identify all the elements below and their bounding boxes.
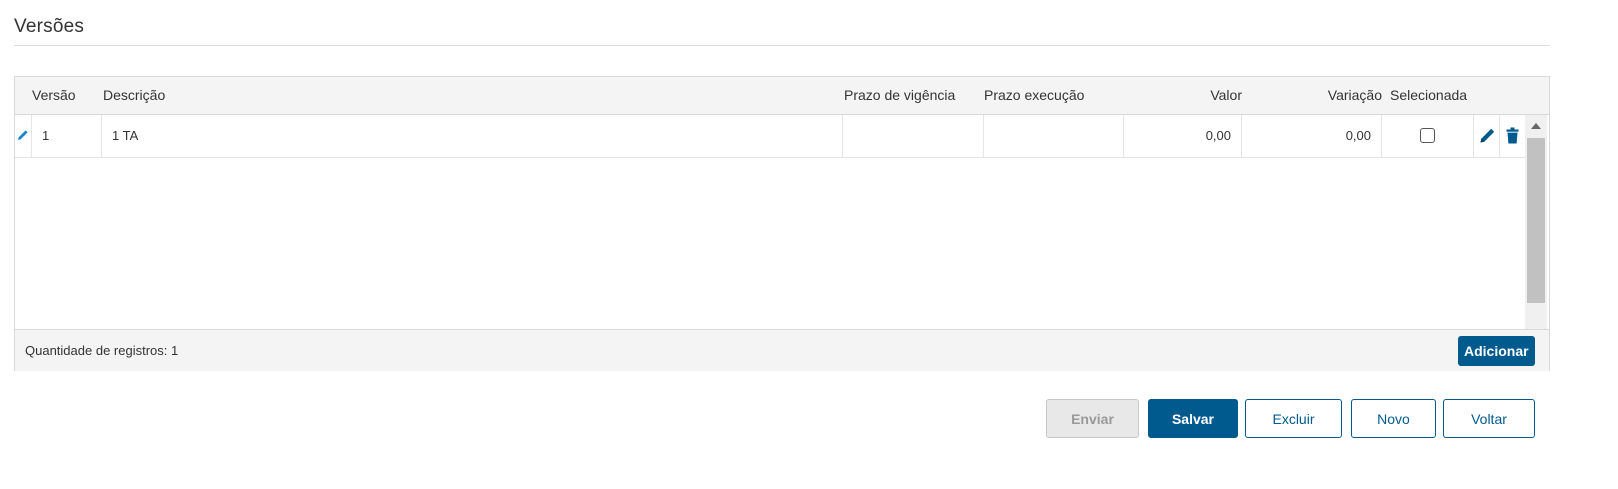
section-title: Versões	[14, 16, 85, 37]
column-header-selected[interactable]: Selecionada	[1390, 77, 1467, 114]
grid-footer: Quantidade de registros: 1 Adicionar	[15, 329, 1549, 371]
edit-icon[interactable]	[1479, 127, 1496, 144]
new-button[interactable]: Novo	[1351, 399, 1436, 438]
delete-button[interactable]: Excluir	[1245, 399, 1342, 438]
form-actions: Enviar Salvar Excluir Novo Voltar	[0, 399, 1618, 439]
record-count: Quantidade de registros: 1	[25, 343, 179, 358]
column-header-validity-term[interactable]: Prazo de vigência	[844, 77, 955, 114]
cell-delete-action	[1499, 115, 1525, 157]
add-button[interactable]: Adicionar	[1458, 336, 1535, 366]
table-row[interactable]: 1 1 TA 0,00 0,00	[15, 115, 1525, 158]
cell-version: 1	[31, 115, 101, 157]
scroll-up-icon	[1531, 123, 1541, 129]
trash-icon[interactable]	[1506, 127, 1519, 144]
column-header-variation[interactable]: Variação	[1243, 77, 1382, 114]
cell-description: 1 TA	[101, 115, 842, 157]
column-header-execution-term[interactable]: Prazo execução	[984, 77, 1084, 114]
scrollbar-thumb[interactable]	[1527, 138, 1545, 303]
section-divider	[14, 45, 1550, 46]
column-header-description[interactable]: Descrição	[103, 77, 165, 114]
cell-execution-term	[983, 115, 1123, 157]
cell-variation: 0,00	[1241, 115, 1381, 157]
pencil-icon	[18, 130, 28, 140]
row-edit-indicator[interactable]	[15, 115, 31, 157]
grid-header: Versão Descrição Prazo de vigência Prazo…	[15, 77, 1549, 115]
send-button[interactable]: Enviar	[1046, 399, 1139, 438]
cell-edit-action	[1473, 115, 1499, 157]
column-header-version[interactable]: Versão	[32, 77, 76, 114]
save-button[interactable]: Salvar	[1148, 399, 1238, 438]
back-button[interactable]: Voltar	[1443, 399, 1535, 438]
selected-checkbox[interactable]	[1419, 128, 1435, 143]
cell-validity-term	[842, 115, 983, 157]
versions-grid: Versão Descrição Prazo de vigência Prazo…	[14, 76, 1550, 371]
scroll-up-button[interactable]	[1525, 115, 1547, 137]
column-header-value[interactable]: Valor	[1125, 77, 1242, 114]
cell-value: 0,00	[1123, 115, 1241, 157]
cell-selected	[1381, 115, 1473, 157]
